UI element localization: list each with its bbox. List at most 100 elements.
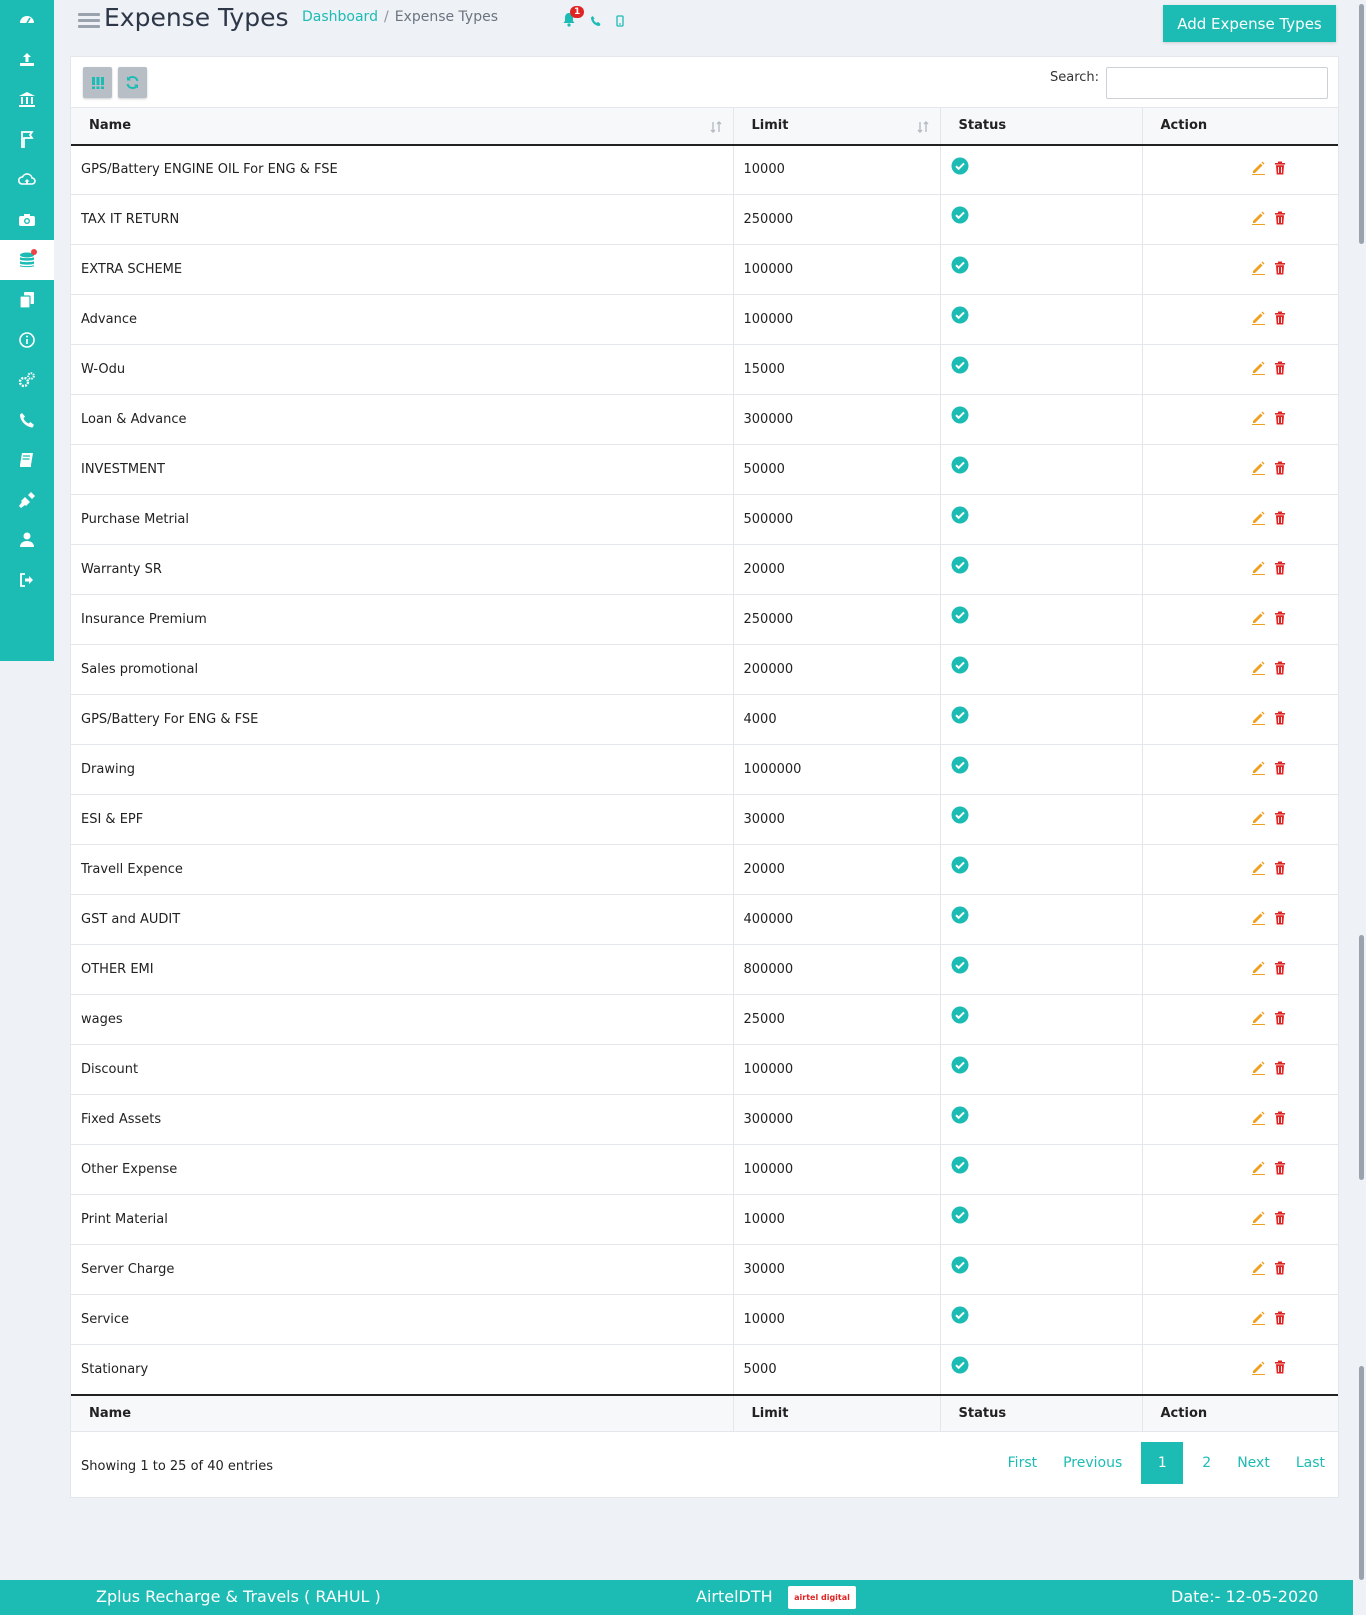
limit-cell: 20000 [733,844,941,895]
delete-icon[interactable] [1274,661,1286,675]
phone-icon[interactable] [590,12,602,31]
mobile-icon[interactable] [616,12,624,31]
delete-icon[interactable] [1274,361,1286,375]
menu-toggle-icon[interactable] [78,13,100,29]
delete-icon[interactable] [1274,1111,1286,1125]
notification-bell-icon[interactable]: 1 [562,6,585,31]
pagination-next[interactable]: Next [1224,1442,1283,1484]
column-header-limit[interactable]: Limit [733,107,941,145]
edit-icon[interactable] [1251,410,1266,425]
edit-icon[interactable] [1251,610,1266,625]
edit-icon[interactable] [1251,510,1266,525]
expense-name-cell: GST and AUDIT [71,894,734,945]
delete-icon[interactable] [1274,911,1286,925]
delete-icon[interactable] [1274,611,1286,625]
column-visibility-button[interactable] [83,67,112,98]
edit-icon[interactable] [1251,810,1266,825]
edit-icon[interactable] [1251,360,1266,375]
delete-icon[interactable] [1274,261,1286,275]
action-cell [1142,594,1338,645]
edit-icon[interactable] [1251,460,1266,475]
sidebar-item-cloud-upload[interactable] [0,160,54,200]
status-cell [940,594,1143,645]
refresh-button[interactable] [118,67,147,98]
scrollbar-thumb[interactable] [1359,4,1364,244]
edit-icon[interactable] [1251,260,1266,275]
sidebar-item-info[interactable] [0,320,54,360]
edit-icon[interactable] [1251,710,1266,725]
sidebar-item-bank[interactable] [0,80,54,120]
limit-cell: 100000 [733,294,941,345]
sidebar-item-user[interactable] [0,520,54,560]
status-cell [940,194,1143,245]
delete-icon[interactable] [1274,1061,1286,1075]
action-cell [1142,1144,1338,1195]
delete-icon[interactable] [1274,411,1286,425]
edit-icon[interactable] [1251,1210,1266,1225]
sidebar-item-logout[interactable] [0,560,54,600]
sidebar-item-database[interactable] [0,240,54,280]
delete-icon[interactable] [1274,1161,1286,1175]
column-header-name[interactable]: Name [71,107,734,145]
pagination-previous[interactable]: Previous [1050,1442,1135,1484]
delete-icon[interactable] [1274,511,1286,525]
edit-icon[interactable] [1251,760,1266,775]
add-expense-types-button[interactable]: Add Expense Types [1163,5,1336,42]
delete-icon[interactable] [1274,861,1286,875]
edit-icon[interactable] [1251,560,1266,575]
edit-icon[interactable] [1251,960,1266,975]
edit-icon[interactable] [1251,1060,1266,1075]
scrollbar-thumb[interactable] [1359,1366,1364,1580]
edit-icon[interactable] [1251,1260,1266,1275]
delete-icon[interactable] [1274,1360,1286,1374]
delete-icon[interactable] [1274,1011,1286,1025]
delete-icon[interactable] [1274,961,1286,975]
sidebar-item-book[interactable] [0,440,54,480]
delete-icon[interactable] [1274,311,1286,325]
delete-icon[interactable] [1274,211,1286,225]
search-input[interactable] [1106,67,1328,99]
sidebar-item-copy[interactable] [0,280,54,320]
table-header-row: Name Limit Status Action [71,107,1338,145]
edit-icon[interactable] [1251,160,1266,176]
edit-icon[interactable] [1251,910,1266,925]
pagination-last[interactable]: Last [1283,1442,1338,1484]
limit-cell: 15000 [733,344,941,395]
pagination-page-2[interactable]: 2 [1189,1442,1224,1484]
delete-icon[interactable] [1274,561,1286,575]
delete-icon[interactable] [1274,711,1286,725]
edit-icon[interactable] [1251,1110,1266,1125]
delete-icon[interactable] [1274,461,1286,475]
delete-icon[interactable] [1274,1211,1286,1225]
delete-icon[interactable] [1274,1261,1286,1275]
scrollbar-thumb[interactable] [1359,935,1364,1180]
edit-icon[interactable] [1251,1010,1266,1025]
breadcrumb-dashboard-link[interactable]: Dashboard [302,9,378,25]
pagination-first[interactable]: First [995,1442,1050,1484]
edit-icon[interactable] [1251,310,1266,325]
edit-icon[interactable] [1251,1310,1266,1325]
edit-icon[interactable] [1251,210,1266,225]
sidebar-item-phone[interactable] [0,400,54,440]
sidebar-item-plug[interactable] [0,480,54,520]
status-cell [940,894,1143,945]
sidebar-item-camera[interactable] [0,200,54,240]
status-cell [940,1094,1143,1145]
sidebar-item-upload[interactable] [0,40,54,80]
sidebar-item-flag[interactable] [0,120,54,160]
active-check-icon [951,606,969,624]
delete-icon[interactable] [1274,1311,1286,1325]
edit-icon[interactable] [1251,860,1266,875]
edit-icon[interactable] [1251,1360,1266,1375]
page-scrollbar[interactable] [1358,0,1366,1580]
edit-icon[interactable] [1251,660,1266,675]
sidebar-item-settings[interactable] [0,360,54,400]
delete-icon[interactable] [1274,811,1286,825]
pagination-page-1[interactable]: 1 [1141,1442,1184,1484]
delete-icon[interactable] [1274,161,1286,175]
edit-icon[interactable] [1251,1160,1266,1175]
delete-icon[interactable] [1274,761,1286,775]
table-row: Stationary 5000 [71,1344,1338,1395]
action-cell [1142,494,1338,545]
sidebar-item-dashboard[interactable] [0,0,54,40]
